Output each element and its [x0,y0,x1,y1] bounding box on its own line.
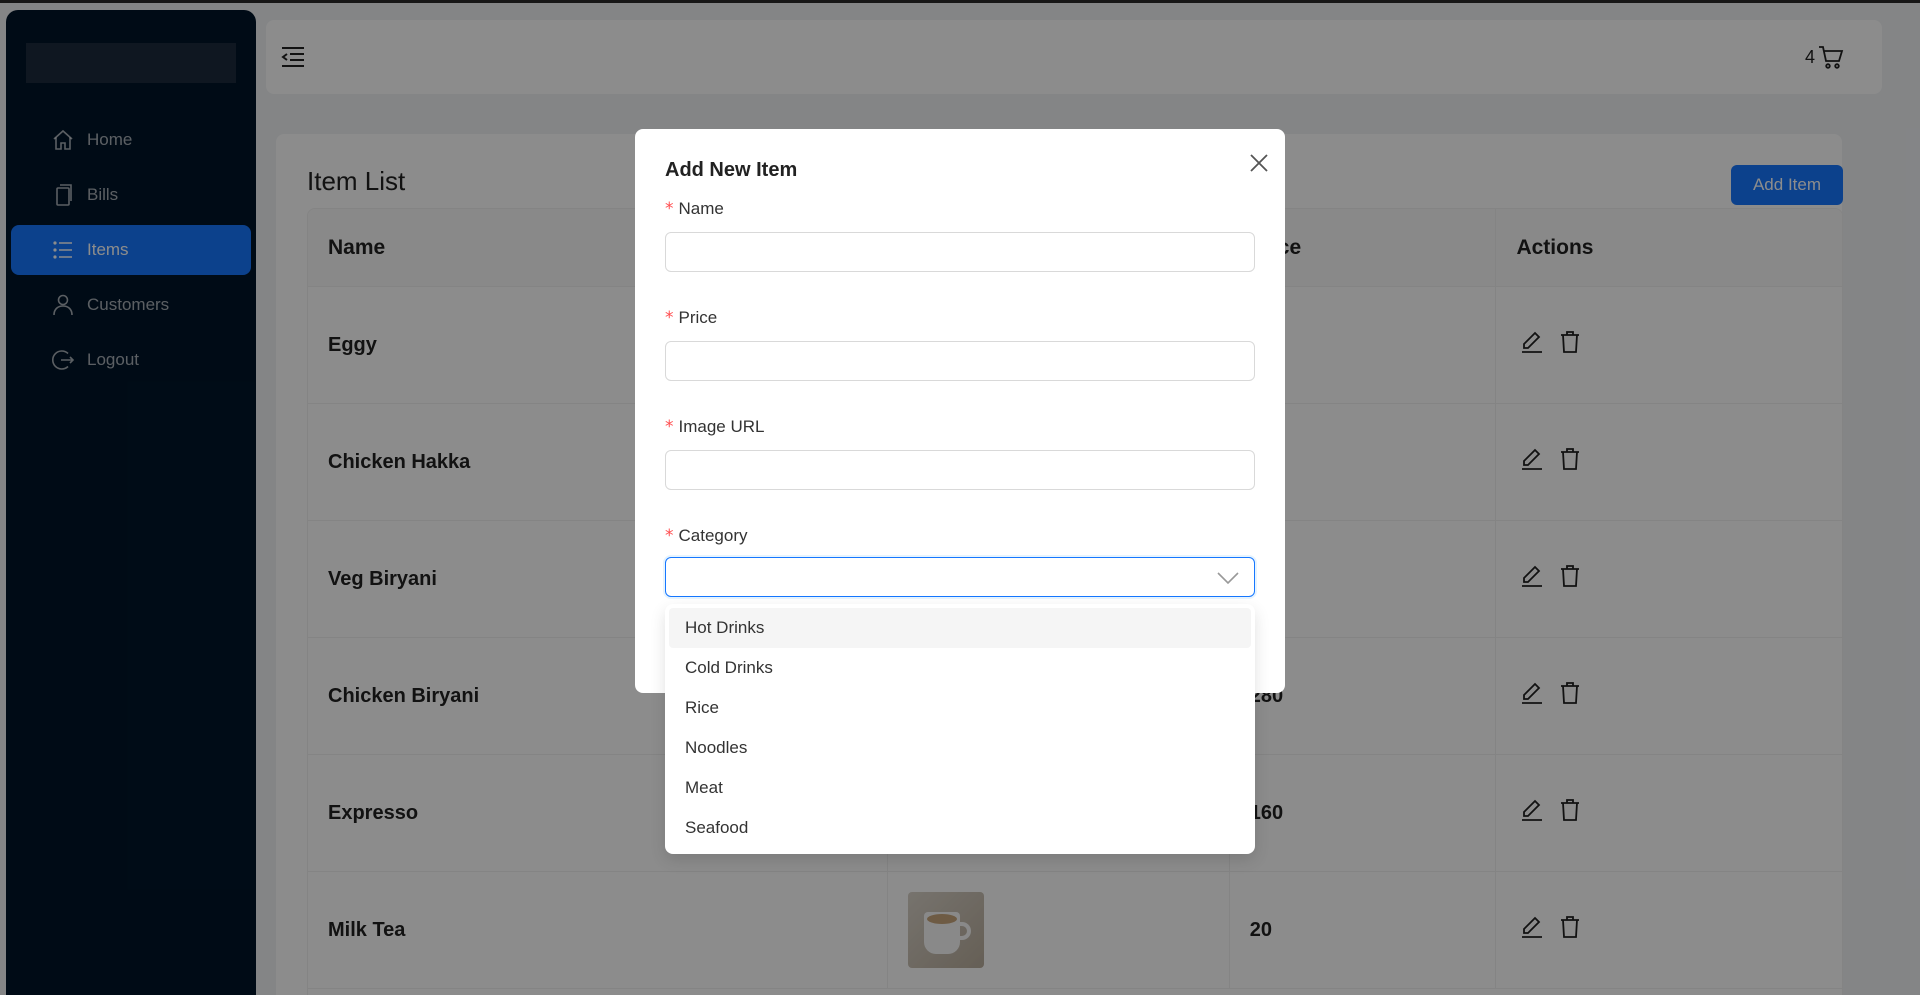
image-url-label: * Image URL [665,417,765,437]
category-option[interactable]: Rice [669,688,1251,728]
category-dropdown: Hot Drinks Cold Drinks Rice Noodles Meat… [665,604,1255,854]
name-input[interactable] [665,232,1255,272]
category-option[interactable]: Seafood [669,808,1251,848]
category-option[interactable]: Cold Drinks [669,648,1251,688]
price-input[interactable] [665,341,1255,381]
close-icon[interactable] [1247,151,1271,175]
chevron-down-icon [1216,568,1240,588]
name-label: * Name [665,199,724,219]
category-label: * Category [665,526,748,546]
image-url-input[interactable] [665,450,1255,490]
category-select[interactable] [665,557,1255,597]
modal-title: Add New Item [665,159,798,181]
category-option[interactable]: Meat [669,768,1251,808]
category-option[interactable]: Hot Drinks [669,608,1251,648]
price-label: * Price [665,308,718,328]
category-option[interactable]: Noodles [669,728,1251,768]
